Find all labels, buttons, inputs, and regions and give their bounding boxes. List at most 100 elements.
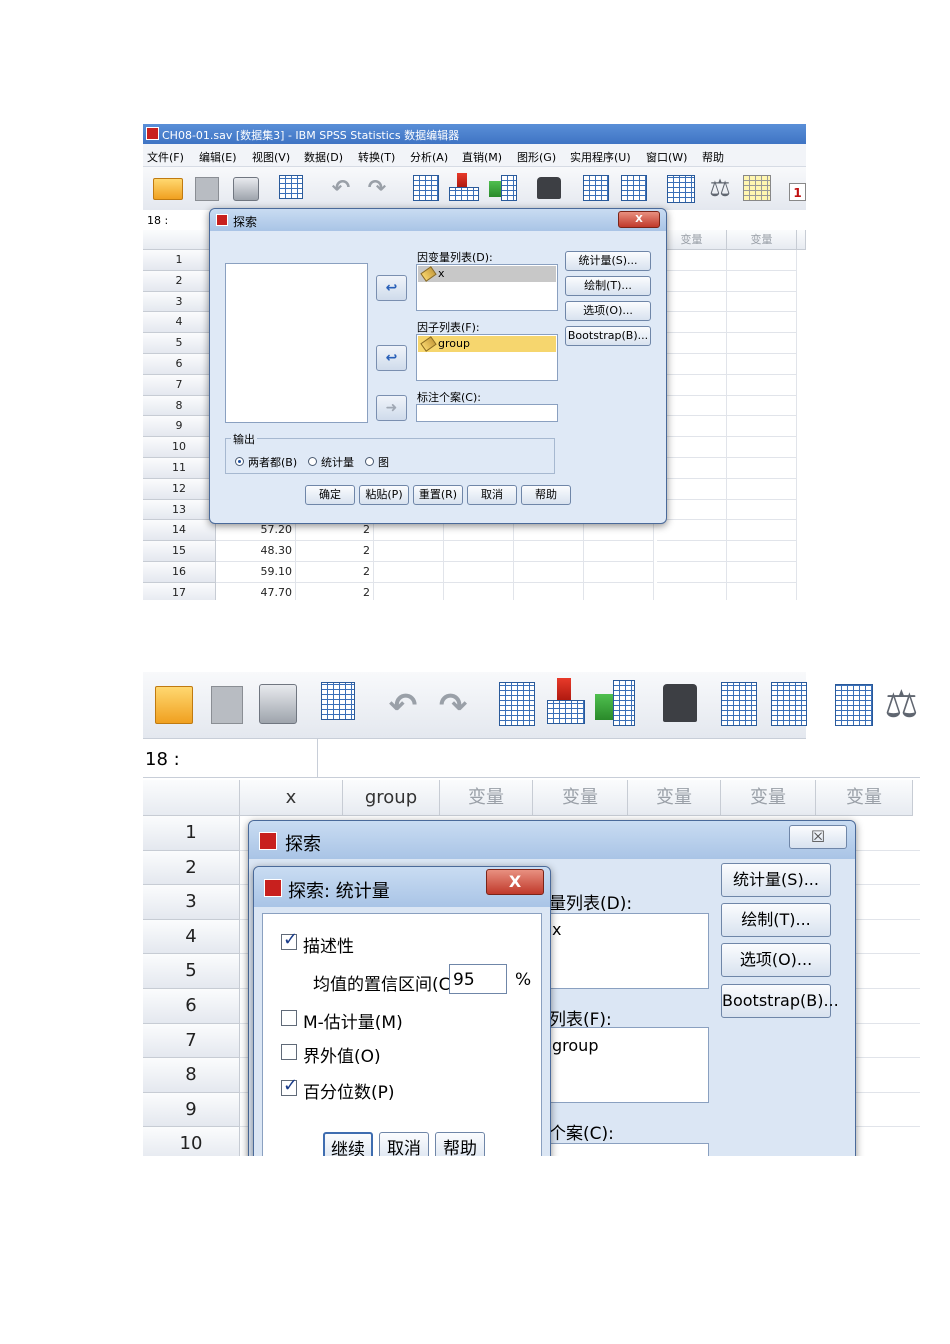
help-button[interactable]: 帮助 (435, 1132, 485, 1156)
grid-cell[interactable] (727, 541, 797, 562)
grid-cell[interactable] (657, 416, 727, 438)
grid-cell[interactable] (727, 354, 797, 375)
grid-cell[interactable] (657, 374, 727, 396)
find-icon[interactable] (537, 177, 561, 199)
grid-cell[interactable] (727, 458, 797, 479)
insert-cases-icon[interactable] (583, 175, 609, 201)
label-cases-field[interactable] (549, 1143, 709, 1156)
help-button[interactable]: 帮助 (521, 485, 571, 505)
row-header[interactable]: 9 (143, 416, 216, 438)
split-file-icon[interactable] (835, 684, 873, 726)
find-icon[interactable] (663, 684, 697, 722)
descriptives-checkbox[interactable] (281, 929, 298, 950)
cancel-button[interactable]: 取消 (379, 1132, 429, 1156)
radio-plots[interactable] (365, 457, 374, 466)
options-button[interactable]: 选项(O)... (721, 943, 831, 977)
grid-cell[interactable] (444, 562, 514, 583)
continue-button[interactable]: 继续 (323, 1132, 373, 1156)
redo-icon[interactable]: ↷ (433, 688, 473, 724)
column-header-var[interactable]: 变量 (727, 230, 797, 250)
weight-cases-icon[interactable]: ⚖ (703, 173, 737, 203)
grid-cell[interactable] (657, 520, 727, 542)
column-header[interactable]: 变量 (440, 780, 533, 816)
column-header[interactable]: 变量 (533, 780, 628, 816)
bootstrap-button[interactable]: Bootstrap(B)... (721, 984, 839, 1018)
grid-cell[interactable] (584, 541, 654, 562)
cell-x-value[interactable]: 59.10 (216, 562, 296, 583)
factor-item[interactable]: group (418, 336, 556, 352)
dependent-item[interactable]: x (418, 266, 556, 282)
insert-variable-icon[interactable] (771, 682, 807, 726)
menu-edit[interactable]: 编辑(E) (199, 149, 237, 165)
grid-cell[interactable] (584, 562, 654, 583)
statistics-button[interactable]: 统计量(S)... (721, 863, 831, 897)
variables-icon[interactable] (613, 680, 635, 726)
row-header[interactable]: 5 (143, 333, 216, 354)
cancel-button[interactable]: 取消 (467, 485, 517, 505)
grid-cell[interactable] (657, 333, 727, 354)
grid-cell[interactable] (727, 270, 797, 292)
grid-cell[interactable] (657, 354, 727, 375)
variables-icon[interactable] (501, 175, 517, 201)
cell-group-value[interactable]: 2 (296, 541, 374, 562)
goto-case-icon[interactable] (499, 682, 535, 726)
row-header[interactable]: 16 (143, 562, 216, 583)
row-header[interactable]: 4 (143, 312, 216, 334)
grid-cell[interactable] (657, 582, 727, 600)
menu-view[interactable]: 视图(V) (252, 149, 290, 165)
grid-cell[interactable] (657, 458, 727, 479)
options-button[interactable]: 选项(O)... (565, 301, 651, 321)
grid-cell[interactable] (657, 499, 727, 521)
m-estimators-checkbox[interactable] (281, 1010, 297, 1026)
grid-cell[interactable] (584, 582, 654, 600)
factor-list[interactable]: group (549, 1027, 709, 1103)
move-to-label-button[interactable]: ➜ (376, 395, 407, 421)
close-button[interactable]: X (486, 869, 544, 895)
menu-window[interactable]: 窗口(W) (646, 149, 687, 165)
source-variable-list[interactable] (225, 263, 368, 423)
split-file-icon[interactable] (667, 175, 695, 203)
save-icon[interactable] (195, 177, 219, 201)
grid-cell[interactable] (657, 250, 727, 271)
grid-cell[interactable] (727, 333, 797, 354)
open-folder-icon[interactable] (155, 686, 193, 724)
outliers-checkbox[interactable] (281, 1044, 297, 1060)
cell-x-value[interactable]: 47.70 (216, 583, 296, 600)
open-folder-icon[interactable] (153, 178, 183, 200)
grid-cell[interactable] (657, 395, 727, 417)
grid-cell[interactable] (444, 582, 514, 600)
radio-statistics[interactable] (308, 457, 317, 466)
column-header[interactable]: group (343, 780, 440, 816)
factor-item[interactable]: group (552, 1036, 598, 1055)
menu-transform[interactable]: 转换(T) (358, 149, 395, 165)
grid-cell[interactable] (727, 374, 797, 396)
row-header[interactable]: 3 (143, 885, 240, 920)
row-header[interactable]: 6 (143, 354, 216, 375)
row-header[interactable]: 17 (143, 582, 216, 600)
row-header[interactable]: 8 (143, 1058, 240, 1093)
grid-cell[interactable] (374, 582, 444, 600)
percentiles-checkbox[interactable] (281, 1075, 298, 1096)
insert-variable-icon[interactable] (621, 175, 647, 201)
grid-cell[interactable] (374, 541, 444, 562)
row-header[interactable]: 12 (143, 478, 216, 500)
row-header[interactable]: 10 (143, 437, 216, 458)
row-header[interactable]: 11 (143, 458, 216, 479)
row-header[interactable]: 3 (143, 291, 216, 313)
paste-button[interactable]: 粘贴(P) (359, 485, 409, 505)
label-cases-field[interactable] (416, 404, 558, 422)
row-header[interactable]: 8 (143, 395, 216, 417)
plots-button[interactable]: 绘制(T)... (565, 276, 651, 296)
row-header[interactable]: 1 (143, 816, 240, 851)
move-to-factor-button[interactable]: ↩ (376, 345, 407, 371)
move-to-dependent-button[interactable]: ↩ (376, 275, 407, 301)
row-header[interactable]: 7 (143, 1023, 240, 1059)
grid-cell[interactable] (727, 291, 797, 313)
undo-icon[interactable]: ↶ (327, 177, 355, 201)
grid-cell[interactable] (727, 437, 797, 458)
grid-cell[interactable] (657, 541, 727, 562)
row-header[interactable]: 2 (143, 270, 216, 292)
select-cases-icon[interactable] (743, 175, 771, 201)
grid-cell[interactable] (657, 562, 727, 583)
grid-cell[interactable] (727, 582, 797, 600)
